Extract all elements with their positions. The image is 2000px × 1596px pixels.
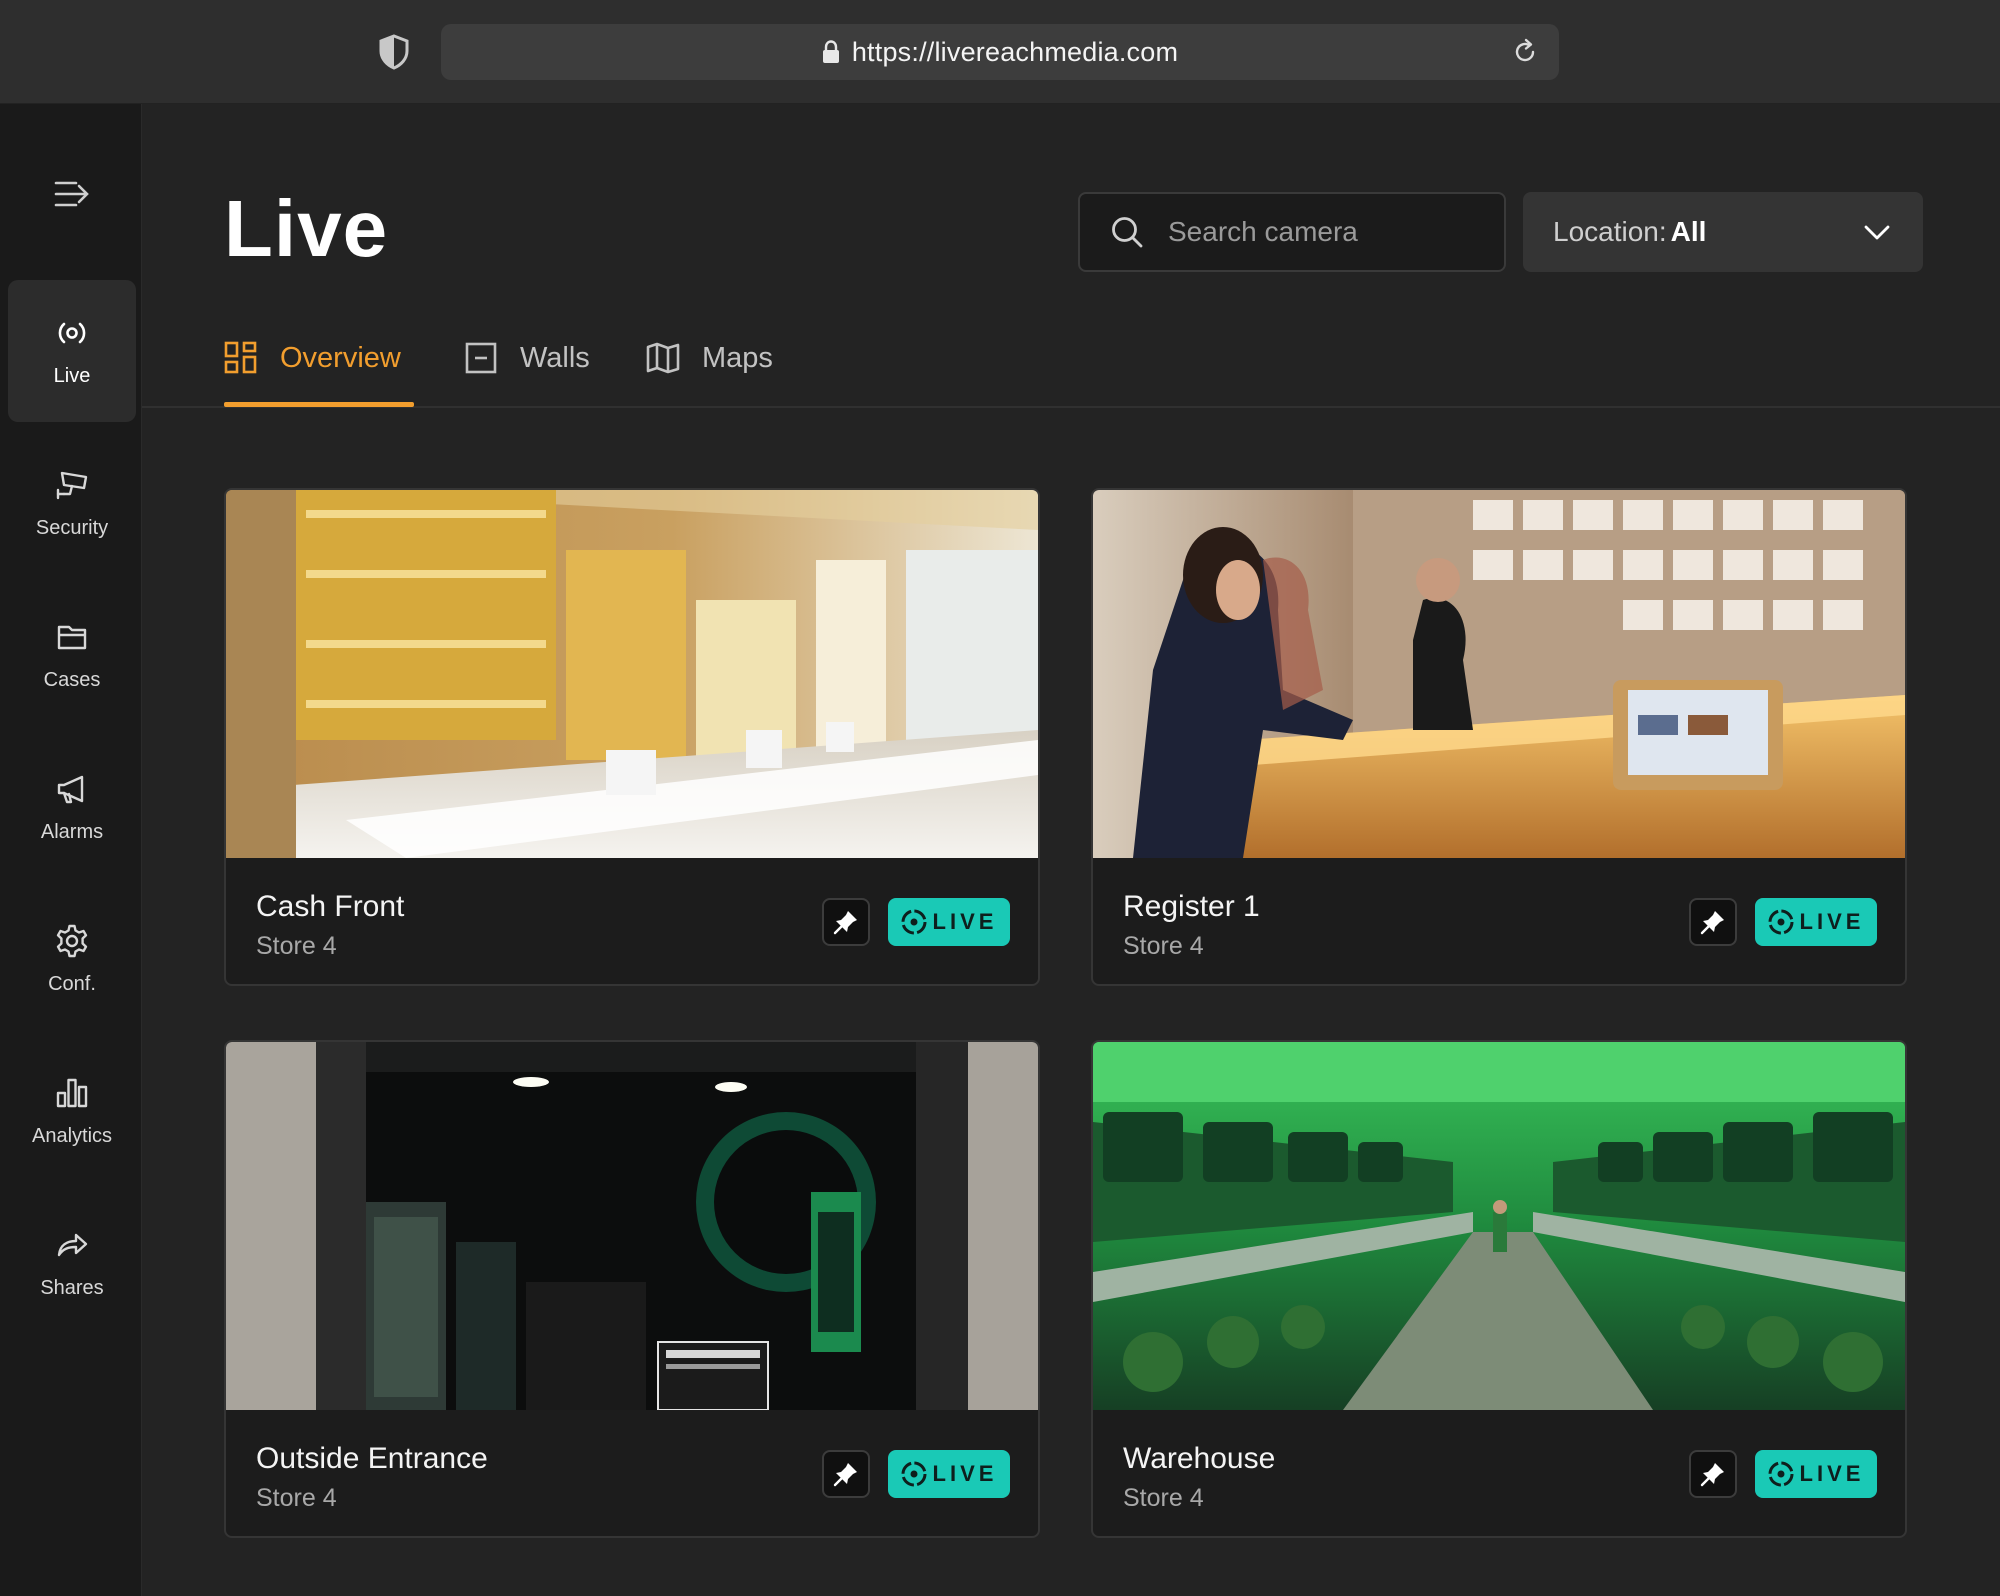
tab-walls[interactable]: Walls [464,314,590,408]
camera-feed-thumbnail[interactable] [1093,1042,1905,1410]
map-icon [646,342,680,374]
lock-icon [822,40,839,63]
location-dropdown[interactable]: Location: All [1523,192,1923,272]
camera-name: Register 1 [1123,890,1260,923]
chevron-down-icon [1864,225,1890,240]
megaphone-icon [57,775,84,803]
tab-label: Maps [702,341,773,374]
sidebar: Live Security Cases Alarms Conf. Analyti… [0,104,142,1596]
camera-location: Store 4 [256,932,337,960]
view-tabs: Overview Walls Maps [142,314,2000,408]
sidebar-item-security[interactable]: Security [8,432,136,574]
location-value: All [1670,216,1707,247]
sidebar-item-label: Cases [43,668,101,691]
sidebar-item-label: Security [35,516,109,539]
live-status-label: LIVE [932,909,998,934]
address-bar[interactable]: https://livereachmedia.com [441,24,1559,80]
camera-location: Store 4 [1123,932,1204,960]
sidebar-item-label: Alarms [40,820,104,843]
sidebar-item-label: Shares [40,1276,104,1299]
live-status-label: LIVE [1799,909,1865,934]
sidebar-item-alarms[interactable]: Alarms [8,736,136,878]
pin-icon [1700,1463,1724,1487]
camera-card[interactable]: Register 1 Store 4 LIVE [1091,488,1907,986]
pin-icon [833,911,857,935]
active-tab-indicator [224,402,414,407]
live-status-label: LIVE [932,1461,998,1486]
camera-location: Store 4 [1123,1484,1204,1512]
folder-icon [57,625,87,649]
location-label: Location: [1553,216,1667,247]
sidebar-item-live[interactable]: Live [8,280,136,422]
url-text: https://livereachmedia.com [851,36,1179,67]
tab-label: Overview [280,341,401,374]
camera-location: Store 4 [256,1484,337,1512]
gear-icon [56,924,88,957]
pin-button[interactable] [1689,1450,1737,1498]
camera-card[interactable]: Outside Entrance Store 4 LIVE [224,1040,1040,1538]
sidebar-item-analytics[interactable]: Analytics [8,1040,136,1182]
search-input[interactable] [1168,216,1488,248]
live-status-badge[interactable]: LIVE [888,898,1010,946]
pin-icon [1700,911,1724,935]
tab-maps[interactable]: Maps [646,314,773,408]
live-broadcast-icon [901,909,927,935]
sidebar-item-label: Analytics [31,1124,113,1147]
camera-name: Outside Entrance [256,1442,488,1475]
camera-card[interactable]: Cash Front Store 4 LIVE [224,488,1040,986]
live-broadcast-icon [58,322,86,343]
sidebar-item-label: Conf. [48,972,96,995]
tab-overview[interactable]: Overview [224,314,401,408]
live-broadcast-icon [1768,1461,1794,1487]
bar-chart-icon [56,1078,88,1107]
camera-name: Cash Front [256,890,405,923]
live-status-badge[interactable]: LIVE [1755,898,1877,946]
live-broadcast-icon [1768,909,1794,935]
camera-card[interactable]: Warehouse Store 4 LIVE [1091,1040,1907,1538]
browser-toolbar: https://livereachmedia.com [0,0,2000,104]
pin-button[interactable] [1689,898,1737,946]
page-title: Live [224,184,389,273]
search-icon [1112,217,1143,248]
reload-icon[interactable] [1511,38,1539,66]
live-status-badge[interactable]: LIVE [1755,1450,1877,1498]
sidebar-item-label: Live [53,364,91,387]
live-status-badge[interactable]: LIVE [888,1450,1010,1498]
camera-feed-thumbnail[interactable] [226,1042,1038,1410]
sidebar-item-conf[interactable]: Conf. [8,888,136,1030]
wall-icon [465,342,497,374]
grid-icon [224,341,257,374]
share-arrow-icon [57,1233,88,1256]
live-status-label: LIVE [1799,1461,1865,1486]
pin-button[interactable] [822,1450,870,1498]
pin-button[interactable] [822,898,870,946]
pin-icon [833,1463,857,1487]
live-broadcast-icon [901,1461,927,1487]
camera-name: Warehouse [1123,1442,1276,1475]
shield-icon[interactable] [378,34,410,70]
search-box[interactable] [1078,192,1506,272]
security-camera-icon [56,471,88,499]
tab-label: Walls [520,341,590,374]
collapse-menu-icon[interactable] [52,174,92,214]
camera-feed-thumbnail[interactable] [226,490,1038,858]
camera-feed-thumbnail[interactable] [1093,490,1905,858]
sidebar-item-cases[interactable]: Cases [8,584,136,726]
sidebar-item-shares[interactable]: Shares [8,1192,136,1334]
